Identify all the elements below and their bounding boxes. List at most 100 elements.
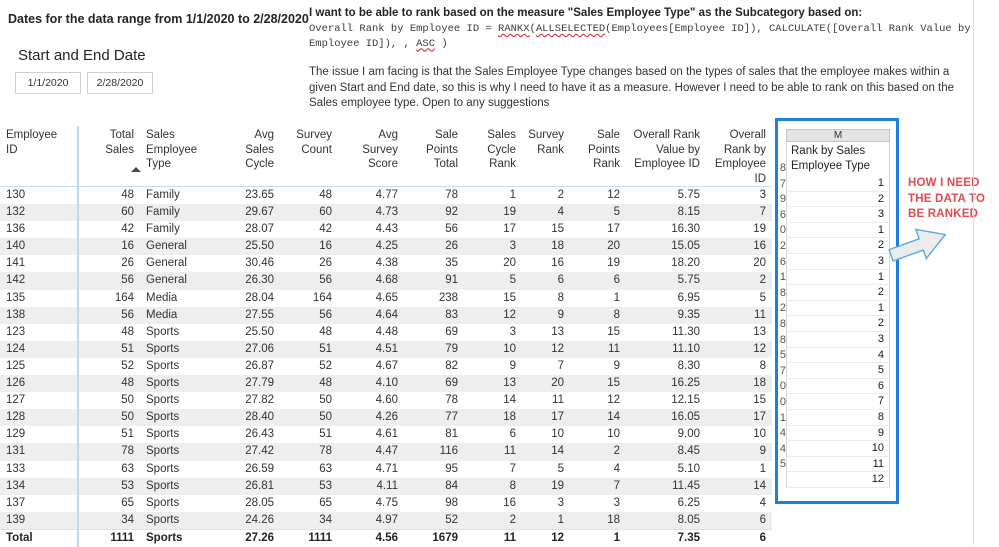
matrix-cell: 11.10 xyxy=(626,340,706,358)
sheet-rank-cell: 1 xyxy=(786,269,890,286)
matrix-cell: 5.75 xyxy=(626,272,706,290)
matrix-cell: 16.25 xyxy=(626,375,706,393)
table-row[interactable]: 138 56 Media 27.55 56 4.64 83 12 9 8 9.35 11 xyxy=(0,306,772,324)
matrix-cell: 4.38 xyxy=(375,257,398,270)
matrix-total-cell: 1679 xyxy=(404,528,464,547)
matrix-cell: Family xyxy=(140,204,218,222)
table-row[interactable]: 137 65 Sports 28.05 65 4.75 98 16 3 3 6.25 4 xyxy=(0,494,772,512)
matrix-cell: 10 xyxy=(753,428,766,441)
matrix-cell: 6 xyxy=(522,272,570,290)
matrix-cell: 131 xyxy=(0,443,79,461)
matrix-total-cell: 11 xyxy=(464,528,522,547)
table-row[interactable]: 124 51 Sports 27.06 51 4.51 79 10 12 11 11.10 12 xyxy=(0,340,772,358)
table-row[interactable]: 134 53 Sports 26.81 53 4.11 84 8 19 7 11.45 14 xyxy=(0,477,772,495)
matrix-cell: 28.40 xyxy=(218,409,280,427)
matrix-cell: 23.65 xyxy=(245,189,274,201)
matrix-cell: 53 xyxy=(78,477,140,495)
sheet-rank-cell: 9 xyxy=(786,425,890,442)
matrix-cell: 14 xyxy=(522,443,570,461)
matrix-cell: 15.05 xyxy=(626,238,706,256)
table-row[interactable]: 130 48 Family 23.65 48 4.77 78 1 2 12 5.75 3 xyxy=(0,186,772,205)
col-header-overall-rank-by-employee-id[interactable]: Overall Rank by Employee ID xyxy=(706,126,772,187)
table-row[interactable]: 129 51 Sports 26.43 51 4.61 81 6 10 10 9.00 10 xyxy=(0,426,772,444)
matrix-cell: 50 xyxy=(78,409,140,427)
table-row[interactable]: 141 26 General 30.46 26 4.38 35 20 16 19 18.20 20 xyxy=(0,255,772,273)
matrix-cell: 9.00 xyxy=(677,428,700,441)
matrix-cell: 79 xyxy=(404,340,464,358)
table-row[interactable]: 140 16 General 25.50 16 4.25 26 3 18 20 15.05 16 xyxy=(0,238,772,256)
sheet-column-letter[interactable]: M xyxy=(786,129,890,142)
matrix-cell: 52 xyxy=(319,359,332,372)
col-header-survey-rank[interactable]: Survey Rank xyxy=(522,126,570,187)
matrix-cell: 3 xyxy=(613,496,620,509)
col-header-sale-points-total[interactable]: Sale Points Total xyxy=(404,126,464,187)
matrix-cell: 5.10 xyxy=(677,462,700,475)
matrix-cell: Media xyxy=(146,291,178,304)
matrix-cell: 238 xyxy=(438,291,458,304)
matrix-cell: 18.20 xyxy=(671,257,700,270)
clipped-digit: 4 xyxy=(779,427,786,440)
matrix-cell: 137 xyxy=(0,494,79,512)
matrix-cell: 50 xyxy=(319,394,332,407)
table-row[interactable]: 126 48 Sports 27.79 48 4.10 69 13 20 15 16.25 18 xyxy=(0,375,772,393)
matrix-total-cell: 4.56 xyxy=(338,528,404,547)
matrix-cell: 20 xyxy=(753,257,766,270)
matrix-cell: 8.15 xyxy=(626,204,706,222)
col-header-avg-survey-score[interactable]: Avg Survey Score xyxy=(338,126,404,187)
matrix-cell: 20 xyxy=(503,257,516,270)
matrix-cell: 19 xyxy=(464,204,522,222)
matrix-cell: Sports xyxy=(146,359,180,372)
matrix-cell: 9 xyxy=(522,306,570,324)
matrix-cell: 50 xyxy=(280,409,338,427)
sheet-rank-cell: 4 xyxy=(786,347,890,364)
matrix-cell: 26.59 xyxy=(245,462,274,475)
matrix-cell: 12.15 xyxy=(671,394,700,407)
matrix-cell: 4.75 xyxy=(375,496,398,509)
col-header-survey-count[interactable]: Survey Count xyxy=(280,126,338,187)
matrix-cell: 28.04 xyxy=(245,291,274,304)
matrix-visual[interactable]: Employee ID Total Sales Sales Employee T… xyxy=(0,126,772,547)
end-date-input[interactable]: 2/28/2020 xyxy=(87,72,153,94)
matrix-cell: 12 xyxy=(607,189,620,201)
matrix-cell: 81 xyxy=(445,428,458,441)
table-row[interactable]: 139 34 Sports 24.26 34 4.97 52 2 1 18 8.05 6 xyxy=(0,511,772,530)
table-row[interactable]: 131 78 Sports 27.42 78 4.47 116 11 14 2 8.45 9 xyxy=(0,443,772,461)
matrix-cell: 123 xyxy=(0,323,79,341)
table-row[interactable]: 136 42 Family 28.07 42 4.43 56 17 15 17 16.30 19 xyxy=(0,221,772,239)
col-header-overall-rank-value[interactable]: Overall Rank Value by Employee ID xyxy=(626,126,706,187)
table-row[interactable]: 127 50 Sports 27.82 50 4.60 78 14 11 12 12.15 15 xyxy=(0,392,772,410)
start-date-input[interactable]: 1/1/2020 xyxy=(15,72,81,94)
matrix-cell: Sports xyxy=(140,477,218,495)
col-header-total-sales[interactable]: Total Sales xyxy=(78,126,140,187)
matrix-cell: 2 xyxy=(464,511,522,530)
matrix-cell: 139 xyxy=(0,511,79,530)
table-row[interactable]: 135 164 Media 28.04 164 4.65 238 15 8 1 6.95 5 xyxy=(0,289,772,307)
matrix-cell: 10 xyxy=(464,340,522,358)
col-header-sale-points-rank[interactable]: Sale Points Rank xyxy=(570,126,626,187)
matrix-cell: Media xyxy=(140,306,218,324)
matrix-cell: 164 xyxy=(312,291,332,304)
matrix-cell: 4.77 xyxy=(375,189,398,201)
clip-spacer xyxy=(778,129,786,161)
table-row[interactable]: 123 48 Sports 25.50 48 4.48 69 3 13 15 11.30 13 xyxy=(0,323,772,341)
sheet-rank-cell: 1 xyxy=(786,222,890,239)
matrix-cell: 8.45 xyxy=(626,443,706,461)
matrix-cell: 18 xyxy=(522,238,570,256)
table-row[interactable]: 128 50 Sports 28.40 50 4.26 77 18 17 14 16.05 17 xyxy=(0,409,772,427)
col-header-employee-id[interactable]: Employee ID xyxy=(0,126,79,187)
matrix-cell: 12 xyxy=(464,306,522,324)
table-row[interactable]: 142 56 General 26.30 56 4.68 91 5 6 6 5.75 2 xyxy=(0,272,772,290)
table-row[interactable]: 133 63 Sports 26.59 63 4.71 95 7 5 4 5.10 1 xyxy=(0,460,772,478)
matrix-cell: 60 xyxy=(280,204,338,222)
table-row[interactable]: 125 52 Sports 26.87 52 4.67 82 9 7 9 8.30 8 xyxy=(0,357,772,376)
matrix-cell: 56 xyxy=(280,272,338,290)
col-header-sales-employee-type[interactable]: Sales Employee Type xyxy=(140,126,218,187)
clipped-digit: 6 xyxy=(779,208,786,221)
table-row[interactable]: 132 60 Family 29.67 60 4.73 92 19 4 5 8.15 7 xyxy=(0,204,772,222)
sort-ascending-icon[interactable] xyxy=(131,167,141,172)
col-header-sales-cycle-rank[interactable]: Sales Cycle Rank xyxy=(464,126,522,187)
matrix-table: Employee ID Total Sales Sales Employee T… xyxy=(0,126,772,547)
matrix-cell: 10 xyxy=(607,428,620,441)
matrix-cell: 50 xyxy=(121,394,134,407)
col-header-avg-sales-cycle[interactable]: Avg Sales Cycle xyxy=(218,126,280,187)
